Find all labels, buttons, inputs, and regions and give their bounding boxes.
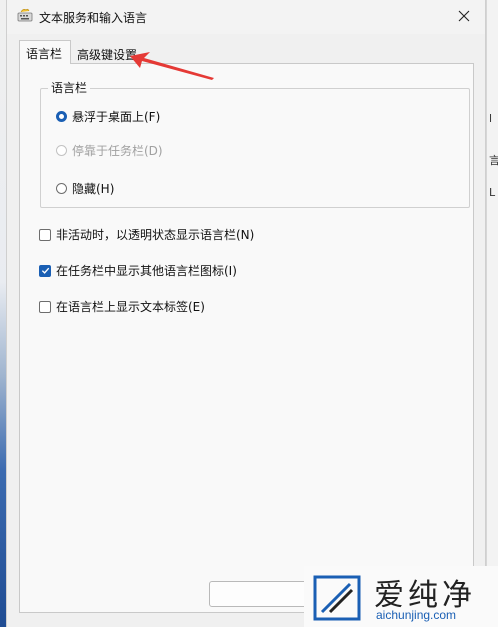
radio-hidden[interactable]: 隐藏(H) <box>56 180 114 197</box>
radio-label: 隐藏(H) <box>72 182 115 196</box>
watermark-logo-icon <box>313 575 361 621</box>
close-icon <box>458 10 470 22</box>
checkbox-label: 在语言栏上显示文本标签(E) <box>56 300 205 314</box>
window-title: 文本服务和输入语言 <box>39 11 148 25</box>
checkbox-box[interactable] <box>39 300 51 313</box>
tab-panel-language-bar: 语言栏 悬浮于桌面上(F) 停靠于任务栏(D) 隐藏(H) 非活动时，以透明状态… <box>19 63 474 613</box>
title-bar: 文本服务和输入语言 <box>7 0 485 34</box>
bg-fragment: l <box>489 112 493 125</box>
checkbox-transparent-inactive[interactable]: 非活动时，以透明状态显示语言栏(N) <box>39 226 254 243</box>
radio-indicator <box>56 145 67 156</box>
tab-language-bar[interactable]: 语言栏 <box>19 40 71 64</box>
checkbox-show-extra-icons[interactable]: 在任务栏中显示其他语言栏图标(I) <box>39 262 237 279</box>
radio-indicator[interactable] <box>56 183 67 194</box>
checkbox-show-text-labels[interactable]: 在语言栏上显示文本标签(E) <box>39 298 205 315</box>
text-services-dialog: 文本服务和输入语言 语言栏 高级键设置 语言栏 悬浮于桌面上(F) 停靠于任务栏… <box>6 0 486 627</box>
radio-indicator[interactable] <box>56 111 67 122</box>
watermark-url: aichunjing.com <box>376 608 457 622</box>
radio-dock-in-taskbar: 停靠于任务栏(D) <box>56 142 163 159</box>
checkbox-box[interactable] <box>39 264 51 277</box>
checkbox-label: 非活动时，以透明状态显示语言栏(N) <box>56 228 255 242</box>
close-button[interactable] <box>449 2 479 30</box>
dialog-button[interactable] <box>209 581 319 607</box>
bg-fragment: 言 <box>489 154 498 167</box>
checkmark-icon <box>41 267 49 274</box>
radio-label: 停靠于任务栏(D) <box>72 144 163 158</box>
keyboard-app-icon <box>17 8 33 22</box>
annotation-arrow-icon <box>130 52 214 80</box>
checkbox-label: 在任务栏中显示其他语言栏图标(I) <box>56 264 237 278</box>
background-window-edge: l 言 L <box>486 0 498 627</box>
radio-float-on-desktop[interactable]: 悬浮于桌面上(F) <box>56 108 160 125</box>
checkbox-box[interactable] <box>39 228 51 241</box>
bg-fragment: L <box>489 186 496 199</box>
radio-label: 悬浮于桌面上(F) <box>72 110 161 124</box>
groupbox-title: 语言栏 <box>48 79 91 96</box>
watermark: 爱纯净 aichunjing.com <box>304 566 498 627</box>
